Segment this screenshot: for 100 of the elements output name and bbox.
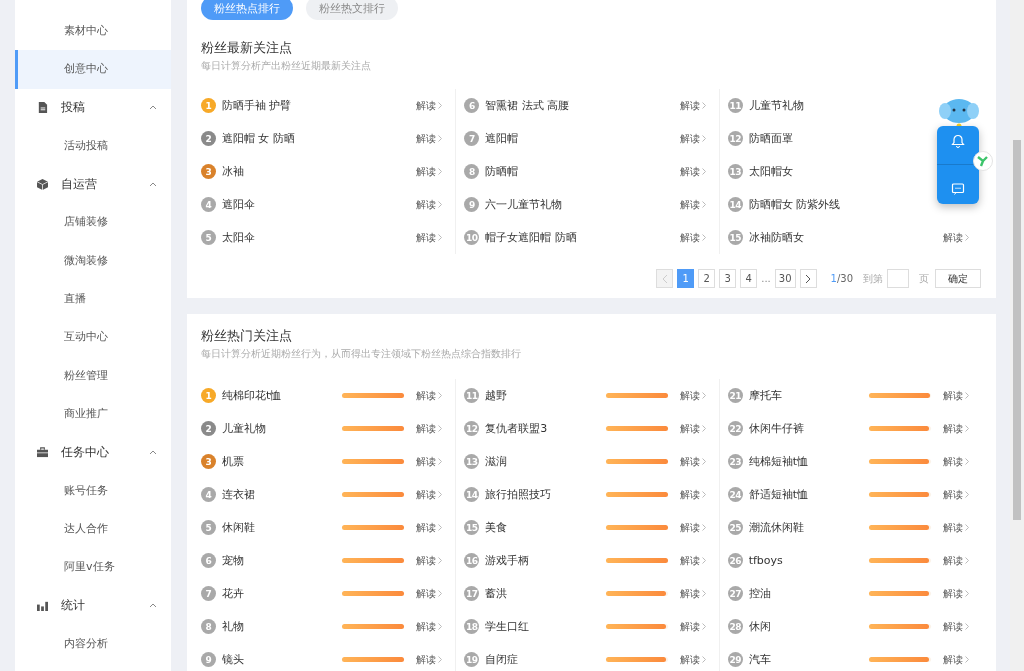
sidebar-item[interactable]: 达人合作: [15, 509, 171, 549]
read-link[interactable]: 解读: [416, 520, 443, 535]
read-link[interactable]: 解读: [416, 553, 443, 568]
read-link[interactable]: 解读: [679, 487, 706, 502]
caret-up-icon: [149, 603, 157, 609]
chevron-left-icon: [661, 273, 668, 284]
read-link[interactable]: 解读: [943, 388, 969, 403]
keyword: 帽子女遮阳帽 防晒: [485, 230, 577, 245]
chevron-right-icon: [965, 656, 969, 663]
read-link[interactable]: 解读: [416, 421, 443, 436]
read-link[interactable]: 解读: [679, 454, 706, 469]
read-link[interactable]: 解读: [679, 421, 706, 436]
page-input[interactable]: [887, 269, 909, 288]
confirm-button[interactable]: 确定: [935, 269, 981, 288]
elephant-mascot-icon[interactable]: [939, 97, 979, 129]
sidebar-item[interactable]: 素材中心: [15, 12, 171, 51]
read-link[interactable]: 解读: [943, 553, 969, 568]
keyword: 控油: [748, 586, 771, 601]
read-link[interactable]: 解读: [416, 487, 443, 502]
page-button[interactable]: 2: [698, 269, 716, 288]
next-page-button[interactable]: [799, 269, 817, 288]
chevron-right-icon: [701, 656, 706, 663]
keyword: 冰袖: [222, 164, 244, 179]
chevron-right-icon: [438, 491, 443, 498]
sidebar-item[interactable]: 创意中心: [15, 50, 171, 89]
keyword: 冰袖防晒女: [748, 230, 804, 245]
sidebar-item[interactable]: 互动中心: [15, 318, 171, 357]
read-link[interactable]: 解读: [416, 619, 443, 634]
chevron-right-icon: [701, 491, 706, 498]
read-link[interactable]: 解读: [679, 98, 706, 113]
read-link[interactable]: 解读: [679, 652, 706, 667]
read-link[interactable]: 解读: [679, 131, 706, 146]
read-link[interactable]: 解读: [943, 230, 969, 245]
sidebar-group[interactable]: 自运营: [15, 165, 171, 204]
sidebar-item[interactable]: 微淘装修: [15, 241, 171, 281]
read-link[interactable]: 解读: [416, 197, 443, 212]
read-link[interactable]: 解读: [943, 586, 969, 601]
sidebar-item[interactable]: 内容分析: [15, 624, 171, 664]
keyword: 儿童节礼物: [748, 98, 804, 113]
cube-icon: [37, 178, 48, 190]
sidebar-item[interactable]: 店铺装修: [15, 203, 171, 242]
sidebar-group[interactable]: 统计: [15, 586, 171, 625]
rank-badge: 17: [464, 586, 480, 601]
page-button[interactable]: 4: [740, 269, 758, 288]
keyword: 学生口红: [485, 619, 530, 634]
keyword: 美食: [485, 520, 508, 535]
chevron-right-icon: [701, 102, 706, 109]
read-link[interactable]: 解读: [943, 652, 969, 667]
keyword: 休闲鞋: [222, 520, 255, 535]
read-link[interactable]: 解读: [416, 652, 443, 667]
scrollbar[interactable]: [1010, 0, 1024, 671]
read-link[interactable]: 解读: [943, 454, 969, 469]
read-link[interactable]: 解读: [679, 164, 706, 179]
chat-icon[interactable]: [951, 181, 965, 196]
read-link[interactable]: 解读: [679, 230, 706, 245]
sidebar-item[interactable]: 粉丝管理: [15, 356, 171, 395]
read-link[interactable]: 解读: [943, 520, 969, 535]
read-link[interactable]: 解读: [679, 553, 706, 568]
chevron-right-icon: [438, 234, 443, 241]
page-button[interactable]: 30: [774, 269, 796, 288]
read-link[interactable]: 解读: [679, 520, 706, 535]
sidebar-item[interactable]: 活动投稿: [15, 126, 171, 166]
read-link[interactable]: 解读: [679, 388, 706, 403]
section-subtitle: 每日计算分析产出粉丝近期最新关注点: [201, 59, 372, 73]
chevron-right-icon: [701, 201, 706, 208]
keyword: 旅行拍照技巧: [485, 487, 552, 502]
read-link[interactable]: 解读: [679, 619, 706, 634]
chevron-right-icon: [805, 273, 812, 284]
chevron-right-icon: [701, 623, 706, 630]
read-link[interactable]: 解读: [416, 230, 443, 245]
read-link[interactable]: 解读: [416, 388, 443, 403]
rank-badge: 6: [464, 98, 480, 113]
read-link[interactable]: 解读: [943, 487, 969, 502]
sidebar-group[interactable]: 投稿: [15, 88, 171, 127]
sidebar-group[interactable]: 任务中心: [15, 433, 171, 472]
read-link[interactable]: 解读: [679, 197, 706, 212]
read-link[interactable]: 解读: [416, 454, 443, 469]
read-link[interactable]: 解读: [416, 164, 443, 179]
rank-badge: 2: [201, 131, 216, 146]
y-logo-icon[interactable]: [973, 151, 993, 171]
read-link[interactable]: 解读: [416, 586, 443, 601]
sidebar-item[interactable]: 商业推广: [15, 394, 171, 434]
read-link[interactable]: 解读: [679, 586, 706, 601]
chevron-right-icon: [438, 623, 443, 630]
document-icon: [37, 102, 48, 114]
sidebar-item[interactable]: 阿里v任务: [15, 548, 171, 587]
read-link[interactable]: 解读: [416, 98, 443, 113]
chevron-right-icon: [438, 524, 443, 531]
page-button[interactable]: 3: [719, 269, 737, 288]
chevron-right-icon: [965, 557, 969, 564]
bell-icon[interactable]: [951, 134, 965, 149]
rank-badge: 24: [727, 487, 743, 502]
sidebar-item[interactable]: 账号任务: [15, 471, 171, 510]
keyword: 防晒面罩: [748, 131, 793, 146]
read-link[interactable]: 解读: [416, 131, 443, 146]
sidebar-item[interactable]: 直播: [15, 280, 171, 319]
read-link[interactable]: 解读: [943, 619, 969, 634]
rank-badge: 15: [727, 230, 743, 245]
rank-badge: 1: [201, 388, 216, 403]
read-link[interactable]: 解读: [943, 421, 969, 436]
